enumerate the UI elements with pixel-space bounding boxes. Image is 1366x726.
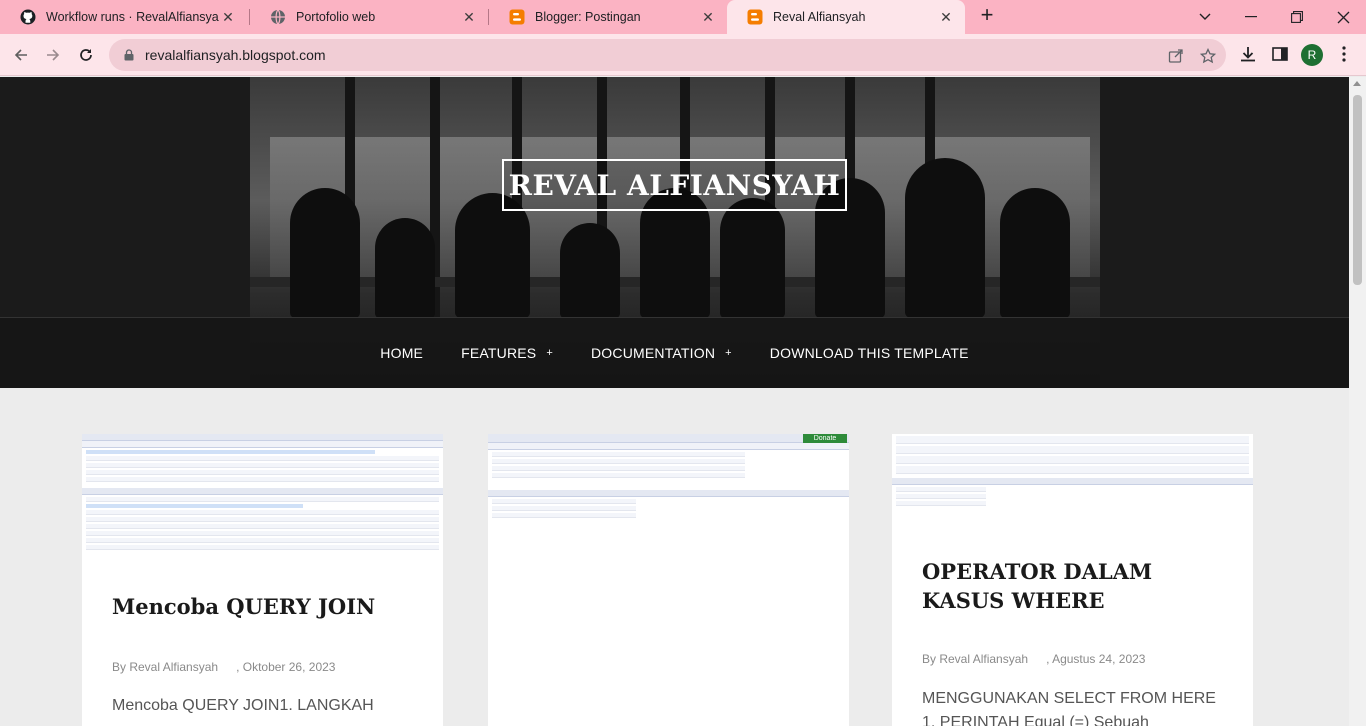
nav-label: DOWNLOAD THIS TEMPLATE [769,345,969,361]
tab-title: Blogger: Postingan [535,10,641,24]
star-icon[interactable] [1199,47,1217,65]
scroll-up-icon[interactable] [1353,81,1361,86]
nav-label: FEATURES [461,345,537,361]
nav-home[interactable]: HOME [380,345,423,361]
minimize-button[interactable] [1228,0,1274,34]
tab-reval-alfiansyah[interactable]: Reval Alfiansyah ✕ [727,0,965,34]
site-title[interactable]: REVAL ALFIANSYAH [502,159,847,211]
nav-documentation[interactable]: DOCUMENTATION + [591,345,732,361]
post-meta: By Reval Alfiansyah , Agustus 24, 2023 [922,652,1145,666]
post-meta: By Reval Alfiansyah , Oktober 26, 2023 [112,660,335,674]
tab-search-button[interactable] [1182,0,1228,34]
post-card: Mencoba QUERY JOIN By Reval Alfiansyah , … [82,434,443,726]
blogger-icon [747,9,763,25]
tab-title: Portofolio web [296,10,376,24]
post-card: Donate [488,434,849,726]
close-icon[interactable]: ✕ [937,9,955,26]
globe-icon [270,9,286,25]
lock-icon[interactable] [121,49,137,61]
post-author[interactable]: By Reval Alfiansyah [112,660,218,674]
post-thumbnail[interactable]: Donate [488,434,849,726]
post-title[interactable]: Mencoba QUERY JOIN [112,592,375,621]
tab-blogger-postingan[interactable]: Blogger: Postingan ✕ [489,0,727,34]
back-button[interactable] [8,42,34,68]
github-icon [20,9,36,25]
blogger-icon [509,9,525,25]
reload-icon [80,49,92,61]
share-icon[interactable] [1167,47,1185,65]
forward-button[interactable] [40,42,66,68]
close-icon[interactable]: ✕ [219,9,237,26]
tab-title: Reval Alfiansyah [773,10,866,24]
page-scrollbar[interactable] [1349,77,1366,726]
post-thumbnail[interactable] [892,434,1253,536]
nav-features[interactable]: FEATURES + [461,345,553,361]
tab-strip: Workflow runs · RevalAlfiansyah/ ✕ Porto… [0,0,1366,34]
post-card: OPERATOR DALAM KASUS WHERE By Reval Alfi… [892,434,1253,726]
nav-label: HOME [380,345,424,361]
browser-toolbar: revalalfiansyah.blogspot.com R [0,34,1366,76]
tab-title: Workflow runs · RevalAlfiansyah/ [46,10,219,24]
tab-portofolio[interactable]: Portofolio web ✕ [250,0,488,34]
submenu-plus-icon: + [546,347,553,359]
nav-label: DOCUMENTATION [590,345,716,361]
reload-button[interactable] [73,42,99,68]
menu-icon[interactable] [1334,44,1354,64]
close-icon[interactable]: ✕ [699,9,717,26]
arrow-left-icon [14,49,27,61]
address-bar[interactable]: revalalfiansyah.blogspot.com [109,39,1226,71]
close-window-button[interactable] [1320,0,1366,34]
new-tab-button[interactable]: + [976,4,998,27]
post-date[interactable]: , Agustus 24, 2023 [1046,652,1145,666]
arrow-right-icon [47,49,60,61]
post-excerpt: Mencoba QUERY JOIN1. LANGKAH [112,697,374,714]
post-excerpt: MENGGUNAKAN SELECT FROM HERE 1. PERINTAH… [922,690,1216,726]
submenu-plus-icon: + [725,347,732,359]
close-icon[interactable]: ✕ [460,9,478,26]
donate-badge: Donate [803,434,847,443]
scrollbar-thumb[interactable] [1353,95,1362,285]
close-icon [1337,11,1349,23]
chevron-down-icon [1199,13,1211,20]
hero-header: REVAL ALFIANSYAH HOME FEATURES + DOCUMENT… [0,77,1349,388]
minimize-icon [1245,16,1257,18]
post-thumbnail[interactable] [82,434,443,572]
restore-button[interactable] [1274,0,1320,34]
main-nav: HOME FEATURES + DOCUMENTATION + DOWNLOAD T… [0,317,1349,388]
url-text[interactable]: revalalfiansyah.blogspot.com [145,47,326,63]
post-title[interactable]: OPERATOR DALAM KASUS WHERE [922,557,1222,615]
tab-github[interactable]: Workflow runs · RevalAlfiansyah/ ✕ [0,0,247,34]
side-panel-icon[interactable] [1270,44,1290,64]
download-icon[interactable] [1238,44,1258,64]
profile-avatar[interactable]: R [1301,44,1323,66]
nav-download-template[interactable]: DOWNLOAD THIS TEMPLATE [770,345,969,361]
restore-icon [1291,11,1303,23]
post-date[interactable]: , Oktober 26, 2023 [236,660,335,674]
web-page: REVAL ALFIANSYAH HOME FEATURES + DOCUMENT… [0,77,1349,726]
post-author[interactable]: By Reval Alfiansyah [922,652,1028,666]
